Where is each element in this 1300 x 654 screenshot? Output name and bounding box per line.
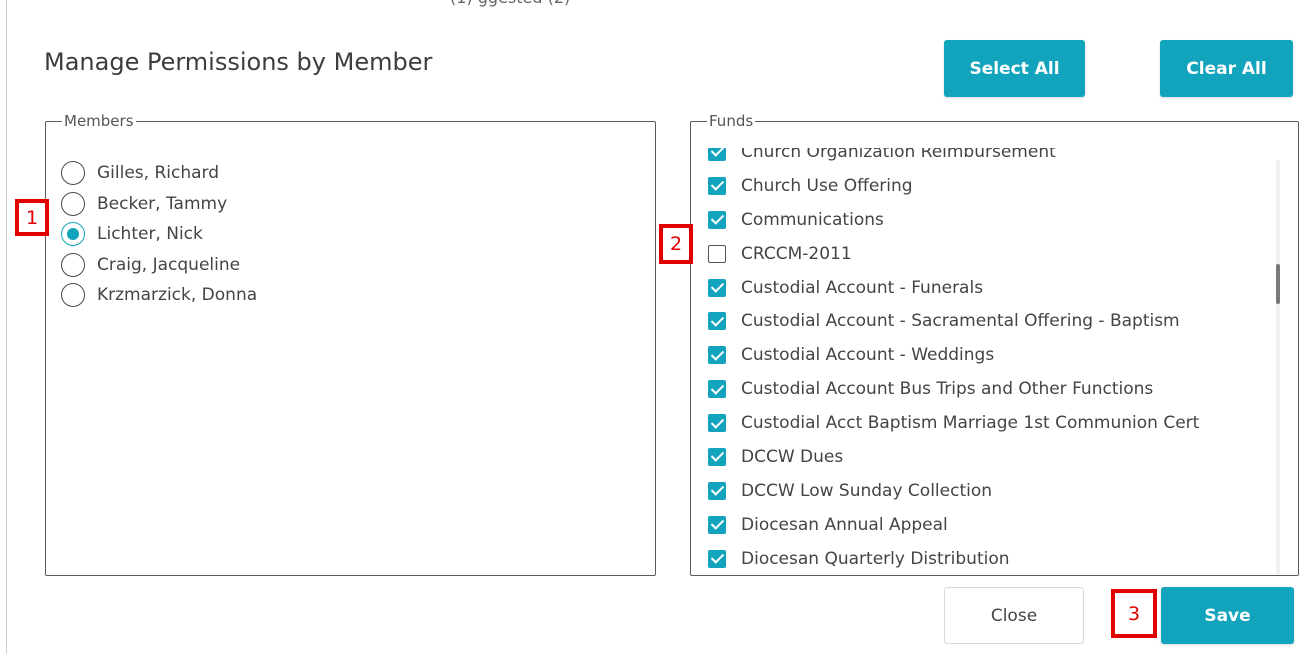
dialog-title: Manage Permissions by Member bbox=[44, 48, 433, 76]
checkbox-checked[interactable] bbox=[708, 447, 726, 466]
fund-name: Custodial Acct Baptism Marriage 1st Comm… bbox=[741, 413, 1200, 434]
fund-option[interactable]: Custodial Account Bus Trips and Other Fu… bbox=[708, 372, 1199, 406]
annotation-marker-2: 2 bbox=[659, 224, 693, 264]
fund-name: Church Use Offering bbox=[741, 175, 913, 196]
scrollbar-thumb[interactable] bbox=[1276, 264, 1280, 304]
annotation-marker-1: 1 bbox=[15, 199, 49, 236]
checkbox-checked[interactable] bbox=[708, 312, 726, 331]
fund-option[interactable]: Communications bbox=[708, 203, 1199, 237]
close-button[interactable]: Close bbox=[944, 587, 1084, 644]
radio-button[interactable] bbox=[61, 252, 85, 277]
fund-name: Custodial Account Bus Trips and Other Fu… bbox=[741, 379, 1154, 400]
fund-name: Custodial Account - Weddings bbox=[741, 345, 995, 366]
member-name: Craig, Jacqueline bbox=[97, 254, 241, 275]
cropped-caption: (1) ggested (2) bbox=[450, 0, 1050, 8]
fund-option[interactable]: Custodial Account - Sacramental Offering… bbox=[708, 304, 1199, 338]
fund-option[interactable]: DCCW Dues bbox=[708, 440, 1199, 474]
member-option[interactable]: Becker, Tammy bbox=[61, 189, 257, 220]
funds-scrollbar[interactable] bbox=[1276, 160, 1280, 575]
left-border-line bbox=[6, 0, 7, 654]
fund-name: Custodial Account - Sacramental Offering… bbox=[741, 311, 1180, 332]
fund-option[interactable]: Custodial Account - Funerals bbox=[708, 271, 1199, 305]
fund-option[interactable]: Custodial Acct Baptism Marriage 1st Comm… bbox=[708, 406, 1199, 440]
fund-name: Custodial Account - Funerals bbox=[741, 277, 984, 298]
fund-option[interactable]: Church Use Offering bbox=[708, 169, 1199, 203]
member-option[interactable]: Krzmarzick, Donna bbox=[61, 280, 257, 311]
funds-group: Funds Church Organization Reimbursement … bbox=[690, 112, 1299, 576]
member-name: Becker, Tammy bbox=[97, 193, 228, 214]
radio-button[interactable] bbox=[61, 161, 85, 186]
fund-name: Communications bbox=[741, 209, 884, 230]
fund-name: DCCW Dues bbox=[741, 446, 844, 467]
members-list: Gilles, Richard Becker, Tammy Lichter, N… bbox=[61, 158, 257, 311]
fund-name: Diocesan Annual Appeal bbox=[741, 514, 948, 535]
select-all-button[interactable]: Select All bbox=[944, 40, 1085, 97]
checkbox-checked[interactable] bbox=[708, 346, 726, 365]
fund-option[interactable]: DCCW Low Sunday Collection bbox=[708, 474, 1199, 508]
member-option[interactable]: Craig, Jacqueline bbox=[61, 250, 257, 281]
members-legend: Members bbox=[64, 112, 134, 130]
member-name: Gilles, Richard bbox=[97, 163, 220, 184]
checkbox-checked[interactable] bbox=[708, 414, 726, 433]
fund-option[interactable]: Church Organization Reimbursement bbox=[708, 148, 1199, 169]
checkbox-checked[interactable] bbox=[708, 210, 726, 229]
fund-option[interactable]: CRCCM-2011 bbox=[708, 237, 1199, 271]
member-name: Lichter, Nick bbox=[97, 224, 203, 245]
fund-name: DCCW Low Sunday Collection bbox=[741, 480, 993, 501]
fund-option[interactable]: Custodial Account - Weddings bbox=[708, 338, 1199, 372]
radio-button-selected[interactable] bbox=[61, 222, 85, 247]
member-option[interactable]: Lichter, Nick bbox=[61, 219, 257, 250]
fund-name: CRCCM-2011 bbox=[741, 243, 852, 264]
clear-all-button[interactable]: Clear All bbox=[1160, 40, 1293, 97]
save-button[interactable]: Save bbox=[1161, 587, 1294, 644]
fund-name: Diocesan Quarterly Distribution bbox=[741, 548, 1010, 569]
fund-option[interactable]: Diocesan Quarterly Distribution bbox=[708, 542, 1199, 571]
checkbox-checked[interactable] bbox=[708, 549, 726, 568]
funds-legend: Funds bbox=[709, 112, 754, 130]
member-name: Krzmarzick, Donna bbox=[97, 285, 258, 306]
fund-name: Church Organization Reimbursement bbox=[741, 148, 1056, 162]
fund-option[interactable]: Diocesan Annual Appeal bbox=[708, 508, 1199, 542]
funds-scroll-area[interactable]: Church Organization Reimbursement Church… bbox=[691, 148, 1281, 571]
members-group: Members Gilles, Richard Becker, Tammy Li… bbox=[45, 112, 656, 576]
radio-button[interactable] bbox=[61, 283, 85, 308]
funds-list: Church Organization Reimbursement Church… bbox=[708, 148, 1199, 571]
checkbox-checked[interactable] bbox=[708, 176, 726, 195]
checkbox-checked[interactable] bbox=[708, 148, 726, 161]
checkbox-checked[interactable] bbox=[708, 380, 726, 399]
radio-button[interactable] bbox=[61, 191, 85, 216]
member-option[interactable]: Gilles, Richard bbox=[61, 158, 257, 189]
annotation-marker-3: 3 bbox=[1111, 589, 1157, 638]
checkbox-unchecked[interactable] bbox=[708, 244, 726, 263]
checkbox-checked[interactable] bbox=[708, 278, 726, 297]
checkbox-checked[interactable] bbox=[708, 481, 726, 500]
checkbox-checked[interactable] bbox=[708, 515, 726, 534]
